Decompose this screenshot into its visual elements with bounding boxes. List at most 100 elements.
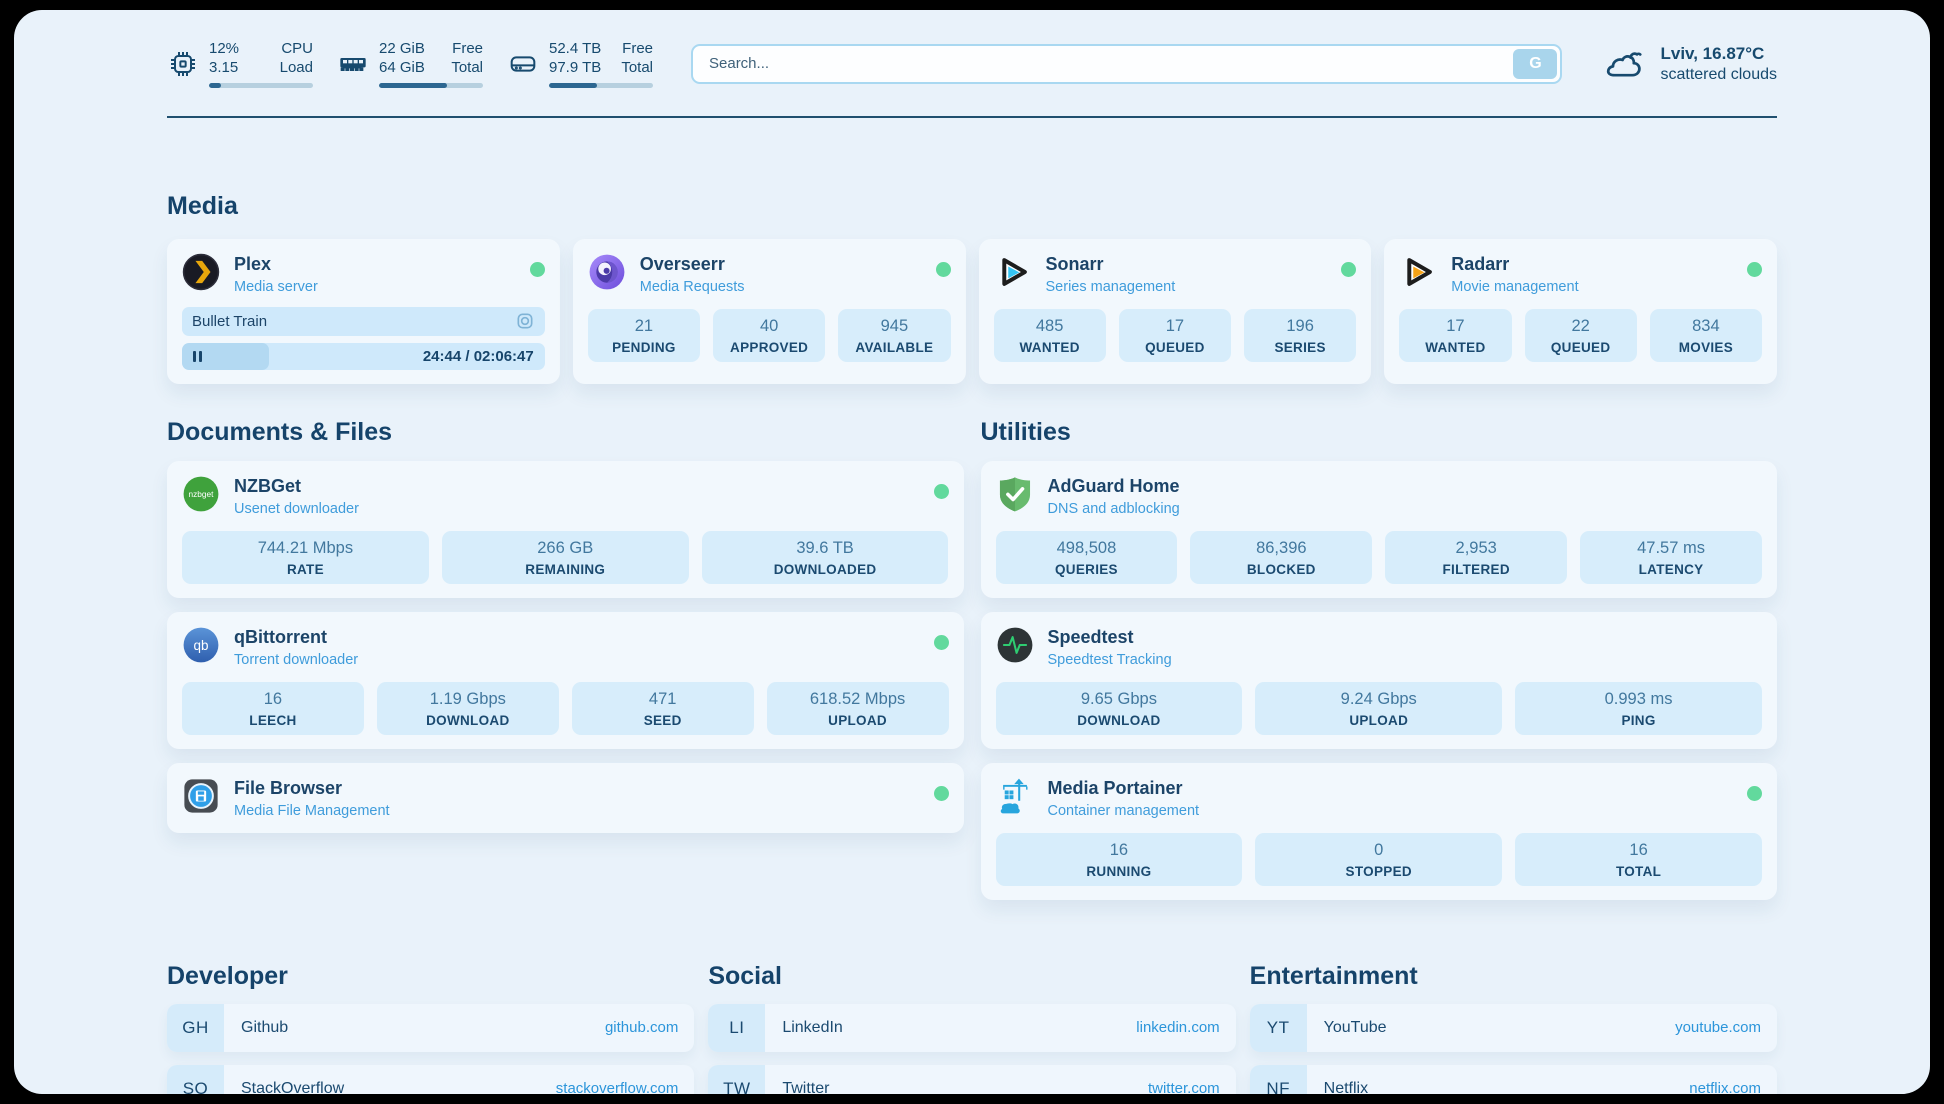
stat-box: 498,508 QUERIES [996,531,1178,584]
stat-label: RUNNING [1000,864,1239,879]
stat-value: 196 [1248,317,1352,336]
app-card-plex[interactable]: Plex Media server Bullet Train [167,239,560,384]
stat-label: LATENCY [1584,562,1758,577]
pause-icon[interactable] [193,351,202,362]
ram-icon [337,48,369,80]
status-dot [1747,262,1762,277]
stat-value: 1.19 Gbps [381,690,555,709]
stat-value: 21 [592,317,696,336]
link-row-youtube[interactable]: YT YouTube youtube.com [1250,1004,1777,1052]
app-name: Speedtest [1048,626,1763,648]
app-name: Overseerr [640,253,922,275]
weather-condition: scattered clouds [1660,66,1777,84]
stat-box: 21 PENDING [588,309,700,362]
link-name: LinkedIn [782,1019,843,1037]
status-dot [936,262,951,277]
stat-box: 16 LEECH [182,682,364,735]
stat-label: DOWNLOADED [706,562,945,577]
stat-value: 17 [1123,317,1227,336]
stat-value: 17 [1403,317,1507,336]
stat-value: 47.57 ms [1584,539,1758,558]
app-card-qbittorrent[interactable]: qb qBittorrent Torrent downloader [167,612,964,749]
app-description: Usenet downloader [234,501,920,517]
radarr-logo-icon [1399,253,1437,291]
media-lens-icon[interactable] [515,311,535,331]
app-card-speedtest[interactable]: Speedtest Speedtest Tracking 9.65 Gbps D… [981,612,1778,749]
cpu-usage-label: CPU [280,40,313,59]
link-name: Github [241,1019,288,1037]
cloud-icon [1604,48,1646,80]
stat-box: 17 QUEUED [1119,309,1231,362]
stat-label: BLOCKED [1194,562,1368,577]
section-title-social: Social [708,962,1235,991]
stat-label: QUERIES [1000,562,1174,577]
app-card-adguard[interactable]: AdGuard Home DNS and adblocking 498,508 … [981,461,1778,598]
cpu-usage-value: 12% [209,40,239,59]
cpu-load-value: 3.15 [209,59,239,78]
stat-box: 9.65 Gbps DOWNLOAD [996,682,1243,735]
stat-label: AVAILABLE [842,340,946,355]
stat-label: QUEUED [1529,340,1633,355]
ram-free-value: 22 GiB [379,40,425,59]
stat-value: 498,508 [1000,539,1174,558]
stat-box: 40 APPROVED [713,309,825,362]
svg-text:qb: qb [194,637,209,652]
stat-value: 0.993 ms [1519,690,1758,709]
weather-widget: Lviv, 16.87°C scattered clouds [1604,44,1777,84]
search-engine-button[interactable]: G [1513,49,1557,79]
app-name: Plex [234,253,516,275]
app-card-radarr[interactable]: Radarr Movie management 17 WANTED 22 QUE… [1384,239,1777,384]
now-playing-title: Bullet Train [192,313,267,330]
app-card-sonarr[interactable]: Sonarr Series management 485 WANTED 17 Q… [979,239,1372,384]
app-card-overseerr[interactable]: Overseerr Media Requests 21 PENDING 40 A… [573,239,966,384]
stat-value: 618.52 Mbps [771,690,945,709]
link-abbr: NF [1250,1065,1307,1095]
stat-value: 22 [1529,317,1633,336]
status-dot [1747,786,1762,801]
ram-free-label: Free [451,40,483,59]
search-input[interactable] [691,44,1562,84]
search-bar: G [691,44,1562,84]
app-card-filebrowser[interactable]: File Browser Media File Management [167,763,964,833]
adguard-logo-icon [996,475,1034,513]
stat-label: WANTED [998,340,1102,355]
stat-label: MOVIES [1654,340,1758,355]
stat-label: SERIES [1248,340,1352,355]
app-card-nzbget[interactable]: nzbget NZBGet Usenet downloader 74 [167,461,964,598]
stat-value: 16 [1000,841,1239,860]
stat-label: DOWNLOAD [1000,713,1239,728]
system-stats: 12% 3.15 CPU Load [167,40,653,88]
stat-box: 16 TOTAL [1515,833,1762,886]
disk-total-label: Total [621,59,653,78]
stat-label: TOTAL [1519,864,1758,879]
stat-label: UPLOAD [1259,713,1498,728]
link-name: Netflix [1324,1080,1368,1095]
playback-time: 24:44 / 02:06:47 [423,348,545,365]
link-row-netflix[interactable]: NF Netflix netflix.com [1250,1065,1777,1095]
stat-box: 39.6 TB DOWNLOADED [702,531,949,584]
link-row-github[interactable]: GH Github github.com [167,1004,694,1052]
link-url: twitter.com [1148,1080,1220,1094]
app-card-portainer[interactable]: Media Portainer Container management 16 … [981,763,1778,900]
stat-label: REMAINING [446,562,685,577]
playback-progress-bar: 24:44 / 02:06:47 [182,343,545,370]
link-row-stackoverflow[interactable]: SO StackOverflow stackoverflow.com [167,1065,694,1095]
link-row-linkedin[interactable]: LI LinkedIn linkedin.com [708,1004,1235,1052]
utilities-column: Utilities [981,384,1778,900]
weather-location-temp: Lviv, 16.87°C [1660,44,1777,64]
link-row-twitter[interactable]: TW Twitter twitter.com [708,1065,1235,1095]
link-name: StackOverflow [241,1080,344,1095]
stat-label: STOPPED [1259,864,1498,879]
section-title-utilities: Utilities [981,418,1778,447]
stat-box: 9.24 Gbps UPLOAD [1255,682,1502,735]
plex-logo-icon [182,253,220,291]
stat-value: 86,396 [1194,539,1368,558]
overseerr-logo-icon [588,253,626,291]
status-dot [530,262,545,277]
stat-value: 9.65 Gbps [1000,690,1239,709]
speedtest-logo-icon [996,626,1034,664]
stat-box: 744.21 Mbps RATE [182,531,429,584]
developer-column: Developer GH Github github.com SO StackO… [167,900,694,1095]
section-title-documents: Documents & Files [167,418,964,447]
stat-value: 2,953 [1389,539,1563,558]
